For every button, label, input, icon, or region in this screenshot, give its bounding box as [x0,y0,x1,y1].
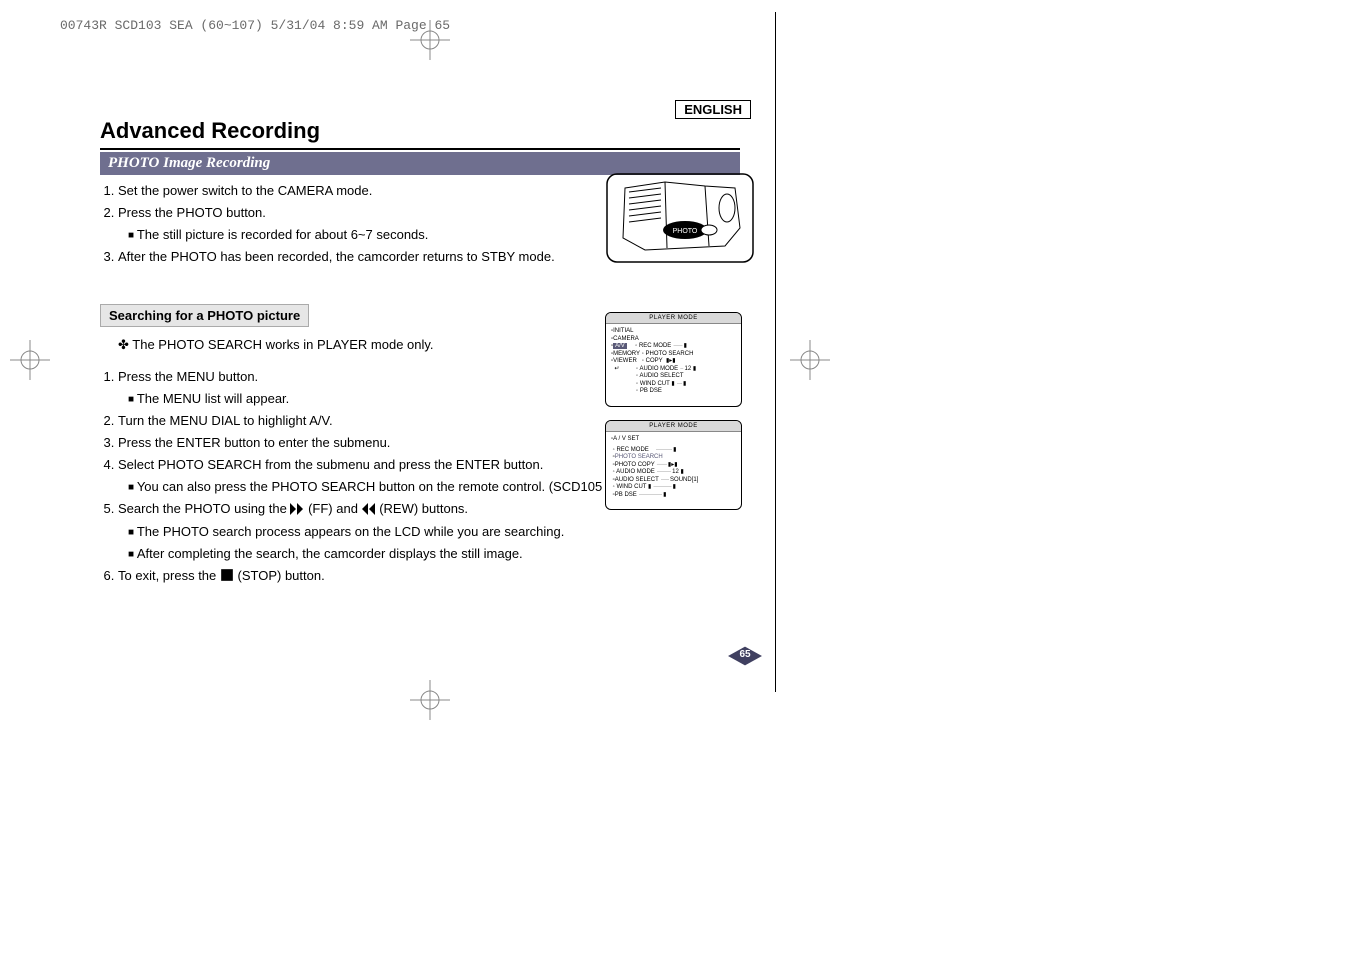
menu-value: 12 [672,469,679,475]
menu-item: MEMORY [613,351,640,357]
sub-step-text: After completing the search, the camcord… [137,546,523,561]
note-bullet-icon [118,337,132,352]
step: To exit, press the (STOP) button. [118,566,760,586]
page-title: Advanced Recording [100,118,760,144]
menu-item-selected: PHOTO SEARCH [615,454,663,460]
menu-item: AUDIO MODE [640,366,679,372]
stop-icon [220,568,234,580]
crop-mark-top [410,20,450,60]
menu-value: 12 [685,366,692,372]
camcorder-illustration: PHOTO [605,168,755,268]
crop-mark-left [10,340,50,380]
osd-menu-av-set: PLAYER MODE ▫A / V SET ◦ REC MODE ······… [605,420,742,510]
menu-item: CAMERA [613,336,639,342]
osd-menu-title: PLAYER MODE [606,313,741,324]
sub-step-text: The still picture is recorded for about … [137,227,429,242]
sub-step: The PHOTO search process appears on the … [128,522,760,542]
menu-item: PB DSE [640,388,662,394]
step-text: After the PHOTO has been recorded, the c… [118,249,555,264]
crop-mark-right [790,340,830,380]
menu-item: WIND CUT [616,484,646,490]
menu-item: PHOTO SEARCH [646,351,694,357]
osd-menu-player-mode: PLAYER MODE ▫INITIAL ▫CAMERA ▫A/V ◦ REC … [605,312,742,407]
page-number: 65 [733,647,757,665]
fast-forward-icon [290,501,304,513]
step-text: Set the power switch to the CAMERA mode. [118,183,372,198]
menu-item: REC MODE [639,343,671,349]
step-text: Select PHOTO SEARCH from the submenu and… [118,457,543,472]
photo-button-label: PHOTO [673,228,698,235]
step-text: (FF) and [308,501,361,516]
rewind-icon [362,501,376,513]
menu-item: PB DSE [615,492,637,498]
menu-item: COPY [646,358,663,364]
menu-item-selected: A/V [613,343,627,349]
crop-mark-bottom [410,680,450,720]
language-label: ENGLISH [675,100,751,119]
sub-step: After completing the search, the camcord… [128,544,760,564]
menu-item: REC MODE [616,447,648,453]
menu-subheading: A / V SET [613,436,639,442]
menu-item: PHOTO COPY [615,462,655,468]
page-divider [775,12,776,692]
menu-item: INITIAL [613,328,633,334]
step-text: Turn the MENU DIAL to highlight A/V. [118,413,333,428]
step-text: Press the PHOTO button. [118,205,266,220]
step-text: (STOP) button. [238,568,325,583]
menu-item: WIND CUT [640,381,670,387]
menu-item: AUDIO MODE [616,469,655,475]
note-text: The PHOTO SEARCH works in PLAYER mode on… [132,337,433,352]
step-text: (REW) buttons. [379,501,468,516]
menu-item: VIEWER [613,358,637,364]
step-text: Press the MENU button. [118,369,258,384]
page-number-text: 65 [733,649,757,660]
print-header-line: 00743R SCD103 SEA (60~107) 5/31/04 8:59 … [60,18,450,33]
menu-item: AUDIO SELECT [639,373,683,379]
step-text: Search the PHOTO using the [118,501,290,516]
menu-value: SOUND[1] [670,477,698,483]
osd-menu-title: PLAYER MODE [606,421,741,432]
step-text: To exit, press the [118,568,220,583]
step-text: Press the ENTER button to enter the subm… [118,435,390,450]
sub-step-text: You can also press the PHOTO SEARCH butt… [137,479,634,494]
sub-heading: Searching for a PHOTO picture [100,304,309,327]
sub-step-text: The MENU list will appear. [137,391,289,406]
title-rule [100,148,740,150]
sub-step-text: The PHOTO search process appears on the … [137,524,565,539]
menu-item: AUDIO SELECT [615,477,659,483]
